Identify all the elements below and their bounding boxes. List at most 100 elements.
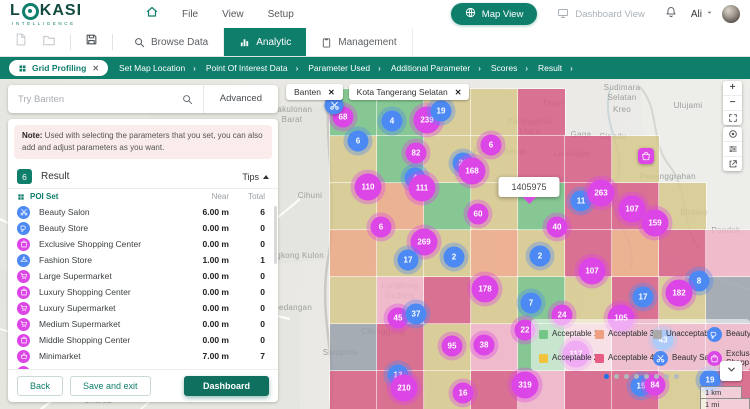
new-file-icon[interactable] [14,33,27,51]
grid-cell[interactable] [330,371,377,409]
home-icon[interactable] [146,5,158,23]
tab-browse-data[interactable]: Browse Data [119,28,224,56]
breadcrumb-step[interactable]: Scores› [491,63,528,73]
notifications-bell-icon[interactable] [665,5,677,23]
map-chip[interactable]: Banten✕ [286,84,343,100]
cluster-marker[interactable]: 37 [406,304,427,325]
cluster-marker[interactable]: 263 [588,180,615,207]
cluster-marker[interactable]: 182 [666,280,693,307]
open-folder-icon[interactable] [42,33,56,52]
avatar[interactable] [722,5,740,23]
table-row[interactable]: Beauty Store0.00 m0 [8,220,278,236]
table-row[interactable]: Store25.00 m25 [8,364,278,369]
tips-toggle[interactable]: Tips [242,172,269,182]
filters-button[interactable] [723,142,742,157]
cluster-marker[interactable]: 159 [642,210,669,237]
menu-item-setup[interactable]: Setup [268,9,294,20]
table-row[interactable]: Middle Shopping Center0.00 m0 [8,332,278,348]
dashboard-button[interactable]: Dashboard [184,376,269,396]
search-icon[interactable] [172,94,203,105]
pagination-dot[interactable] [614,374,619,379]
table-row[interactable]: Medium Supermarket0.00 m0 [8,316,278,332]
cluster-marker[interactable]: 178 [472,276,499,303]
grid-cell[interactable] [471,371,518,409]
cluster-marker[interactable]: 319 [512,372,539,399]
breadcrumb-current-pill[interactable]: Grid Profiling ✕ [9,60,108,76]
tab-analytic[interactable]: Analytic [224,28,306,56]
grid-cell[interactable] [518,136,565,183]
cluster-marker[interactable]: 4 [382,111,403,132]
cluster-marker[interactable]: 111 [409,175,436,202]
cluster-marker[interactable]: 82 [406,143,427,164]
cluster-marker[interactable]: 6 [371,217,392,238]
table-row[interactable]: Fashion Store1.00 m1 [8,252,278,268]
cluster-marker[interactable]: 16 [453,383,474,404]
pagination-dot[interactable] [674,374,679,379]
breadcrumb-step[interactable]: Parameter Used› [308,63,381,73]
map-canvas[interactable]: Pakulonan BaratCihuniLengkong KulonPaged… [0,79,750,409]
zoom-out-button[interactable]: − [723,96,742,111]
cluster-marker[interactable]: 40 [547,217,568,238]
table-row[interactable]: Luxury Supermarket0.00 m0 [8,300,278,316]
cluster-marker[interactable]: 110 [355,174,382,201]
close-icon[interactable]: ✕ [92,64,99,73]
pagination-dot[interactable] [664,374,669,379]
pagination-dot[interactable] [644,374,649,379]
map-chip[interactable]: Kota Tangerang Selatan✕ [349,84,470,100]
cluster-marker[interactable]: 107 [579,258,606,285]
cluster-marker[interactable]: 210 [391,375,418,402]
grid-cell[interactable] [565,136,612,183]
grid-cell[interactable] [330,277,377,324]
share-button[interactable] [723,157,742,171]
cluster-marker[interactable]: 7 [521,293,542,314]
bag-marker[interactable] [638,148,654,164]
fullscreen-button[interactable] [723,111,742,125]
advanced-button[interactable]: Advanced [203,85,278,113]
cluster-marker[interactable]: 19 [431,101,452,122]
tab-management[interactable]: Management [306,28,412,56]
table-row[interactable]: Minimarket7.00 m7 [8,348,278,364]
basemap-button[interactable] [723,127,742,142]
legend-expand-button[interactable] [720,361,742,381]
cluster-marker[interactable]: 168 [459,158,486,185]
grid-cell[interactable] [518,89,565,136]
pagination-dot[interactable] [634,374,639,379]
pagination-dot[interactable] [604,374,609,379]
grid-cell[interactable] [471,89,518,136]
scrollbar[interactable] [274,206,277,264]
pagination-dot[interactable] [654,374,659,379]
cluster-marker[interactable]: 60 [468,204,489,225]
cluster-marker[interactable]: 17 [633,287,654,308]
cluster-marker[interactable]: 38 [474,335,495,356]
cluster-marker[interactable]: 2 [530,246,551,267]
dashboard-view-button[interactable]: Dashboard View [557,7,645,22]
save-and-exit-button[interactable]: Save and exit [70,376,151,396]
close-icon[interactable]: ✕ [328,88,335,97]
close-icon[interactable]: ✕ [455,88,462,97]
save-icon[interactable] [85,33,98,51]
breadcrumb-step[interactable]: Additional Parameter› [391,63,481,73]
cluster-marker[interactable]: 2 [444,247,465,268]
grid-cell[interactable] [330,324,377,371]
menu-item-view[interactable]: View [222,9,244,20]
pagination-dot[interactable] [624,374,629,379]
cluster-marker[interactable]: 95 [442,336,463,357]
menu-item-file[interactable]: File [182,9,198,20]
grid-cell[interactable] [471,230,518,277]
grid-cell[interactable] [706,230,750,277]
map-view-button[interactable]: Map View [451,3,538,25]
zoom-in-button[interactable]: + [723,81,742,96]
table-row[interactable]: Exclusive Shopping Center0.00 m0 [8,236,278,252]
table-row[interactable]: Large Supermarket0.00 m0 [8,268,278,284]
cluster-marker[interactable]: 17 [398,250,419,271]
grid-cell[interactable] [706,277,750,324]
user-menu[interactable]: Ali [691,8,714,20]
table-row[interactable]: Luxury Shopping Center0.00 m0 [8,284,278,300]
cluster-marker[interactable]: 6 [481,135,502,156]
breadcrumb-step[interactable]: Result› [538,63,573,73]
cluster-marker[interactable]: 6 [348,131,369,152]
search-input[interactable] [8,94,172,105]
grid-cell[interactable] [330,230,377,277]
breadcrumb-step[interactable]: Point Of Interest Data› [206,63,298,73]
table-row[interactable]: Beauty Salon6.00 m6 [8,204,278,220]
